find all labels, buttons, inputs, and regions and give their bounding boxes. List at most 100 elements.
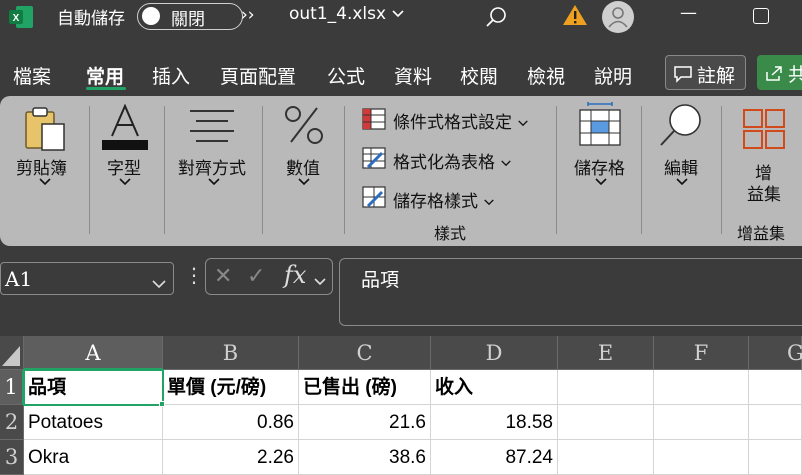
filename[interactable]: out1_4.xlsx: [289, 4, 405, 24]
cells-icon[interactable]: [578, 101, 622, 151]
svg-text:X: X: [13, 13, 20, 24]
column-header-g[interactable]: G: [749, 336, 802, 370]
formula-input[interactable]: 品項: [339, 258, 802, 326]
tab-formulas[interactable]: 公式: [327, 62, 365, 89]
tab-file[interactable]: 檔案: [13, 62, 51, 89]
cells-chevron-icon[interactable]: [594, 176, 608, 191]
format-as-table-label: 格式化為表格: [393, 153, 495, 173]
active-tab-indicator: [86, 87, 126, 90]
cell-f2[interactable]: [654, 405, 749, 440]
cell-c3[interactable]: 38.6: [299, 440, 431, 475]
tab-view[interactable]: 檢視: [527, 62, 565, 89]
share-label: 共: [788, 64, 802, 86]
cell-g2[interactable]: [749, 405, 802, 440]
formula-bar-options-icon[interactable]: ⋮: [184, 263, 204, 287]
tab-review[interactable]: 校閱: [460, 62, 498, 89]
number-chevron-icon[interactable]: [297, 176, 311, 191]
name-box[interactable]: A1: [0, 262, 174, 295]
add-ins-label-line2[interactable]: 益集: [747, 180, 781, 205]
clipboard-chevron-icon[interactable]: [38, 176, 52, 191]
font-color-icon[interactable]: [100, 103, 150, 156]
toggle-label: 關閉: [171, 10, 205, 30]
title-bar: X 自動儲存 關閉 ›› out1_4.xlsx —: [0, 0, 802, 34]
column-header-c[interactable]: C: [299, 336, 431, 370]
cell-g3[interactable]: [749, 440, 802, 475]
comments-button[interactable]: 註解: [665, 55, 746, 90]
ribbon-divider: [556, 106, 557, 234]
fx-chevron-icon[interactable]: [313, 272, 327, 291]
format-as-table-button[interactable]: 格式化為表格: [393, 148, 512, 173]
column-header-d[interactable]: D: [431, 336, 558, 370]
percent-icon[interactable]: [283, 104, 325, 150]
row-header-3[interactable]: 3: [0, 440, 24, 475]
tab-help[interactable]: 說明: [594, 62, 632, 89]
editing-chevron-icon[interactable]: [675, 176, 689, 191]
column-header-a[interactable]: A: [24, 336, 163, 370]
cell-e3[interactable]: [558, 440, 654, 475]
cell-b3[interactable]: 2.26: [163, 440, 299, 475]
row-header-2[interactable]: 2: [0, 405, 24, 440]
cell-b1[interactable]: 單價 (元/磅): [163, 370, 299, 405]
column-header-b[interactable]: B: [163, 336, 299, 370]
alignment-chevron-icon[interactable]: [207, 176, 221, 191]
format-as-table-chevron-icon: [501, 160, 512, 167]
magnifier-icon[interactable]: [657, 102, 703, 152]
ribbon-divider: [164, 106, 165, 234]
font-chevron-icon[interactable]: [118, 176, 132, 191]
name-box-value: A1: [5, 267, 33, 291]
comments-label: 註解: [697, 65, 736, 87]
cell-g1[interactable]: [749, 370, 802, 405]
add-ins-group-label: 增益集: [737, 224, 786, 243]
account-avatar-icon[interactable]: [600, 0, 636, 38]
ribbon-divider: [641, 106, 642, 234]
cell-styles-label: 儲存格樣式: [393, 192, 478, 212]
ribbon-divider: [89, 106, 90, 234]
cell-d3[interactable]: 87.24: [431, 440, 558, 475]
styles-group-label: 樣式: [434, 224, 467, 243]
search-icon[interactable]: [485, 5, 509, 33]
cell-c1[interactable]: 已售出 (磅): [299, 370, 431, 405]
cell-f3[interactable]: [654, 440, 749, 475]
insert-function-icon[interactable]: fx: [284, 261, 306, 289]
cell-e2[interactable]: [558, 405, 654, 440]
minimize-button[interactable]: —: [680, 3, 697, 23]
cell-a1[interactable]: 品項: [24, 370, 163, 405]
formula-buttons: ✕ ✓ fx: [205, 258, 333, 295]
cell-f1[interactable]: [654, 370, 749, 405]
add-ins-icon[interactable]: [742, 108, 786, 154]
alignment-icon[interactable]: [188, 108, 236, 146]
enter-icon[interactable]: ✓: [247, 264, 265, 289]
excel-logo-icon: X: [8, 5, 34, 29]
maximize-button[interactable]: [753, 8, 769, 24]
row-header-1[interactable]: 1: [0, 370, 24, 405]
conditional-format-chevron-icon: [518, 120, 529, 127]
fill-handle[interactable]: [159, 401, 165, 407]
ribbon: 剪貼簿 字型 對齊方式 數值 條件式格式設定 格式化為表格 儲存格樣式 樣式 儲…: [0, 96, 802, 246]
clipboard-icon[interactable]: [23, 106, 69, 156]
cell-d1[interactable]: 收入: [431, 370, 558, 405]
cell-e1[interactable]: [558, 370, 654, 405]
tab-insert[interactable]: 插入: [152, 62, 190, 89]
share-button[interactable]: 共: [757, 55, 802, 90]
column-header-f[interactable]: F: [654, 336, 749, 370]
cell-c2[interactable]: 21.6: [299, 405, 431, 440]
name-box-chevron-icon[interactable]: [151, 274, 167, 293]
ribbon-divider: [721, 106, 722, 234]
cancel-icon[interactable]: ✕: [214, 264, 232, 289]
formula-content: 品項: [361, 269, 400, 291]
more-commands-button[interactable]: ››: [241, 5, 255, 25]
toggle-knob: [142, 7, 160, 25]
select-all-button[interactable]: [0, 336, 24, 370]
conditional-format-button[interactable]: 條件式格式設定: [393, 108, 529, 133]
autosave-toggle[interactable]: 關閉: [137, 3, 243, 30]
cell-a2[interactable]: Potatoes: [24, 405, 163, 440]
tab-data[interactable]: 資料: [394, 62, 432, 89]
cell-styles-button[interactable]: 儲存格樣式: [393, 187, 495, 212]
cell-b2[interactable]: 0.86: [163, 405, 299, 440]
tab-page-layout[interactable]: 頁面配置: [220, 62, 296, 89]
tab-home[interactable]: 常用: [86, 62, 124, 89]
warning-icon[interactable]: [562, 3, 588, 31]
column-header-e[interactable]: E: [558, 336, 654, 370]
cell-d2[interactable]: 18.58: [431, 405, 558, 440]
cell-a3[interactable]: Okra: [24, 440, 163, 475]
